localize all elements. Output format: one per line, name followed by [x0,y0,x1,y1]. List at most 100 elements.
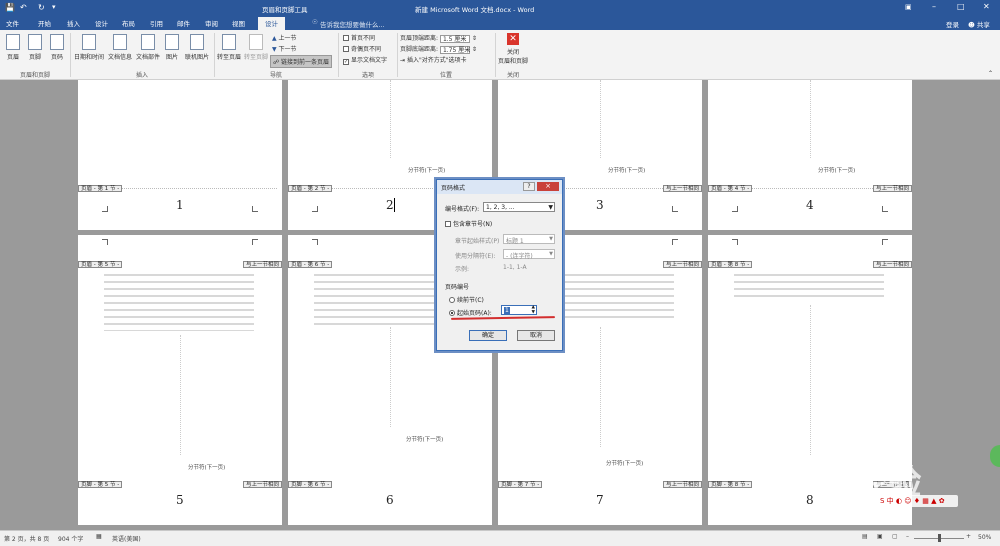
tab-design[interactable]: 设计 [95,18,108,28]
checkbox-icon [445,221,451,227]
corner-mark [672,239,678,245]
prev-section-button[interactable]: ▲ 上一节 [272,33,297,42]
share-button[interactable]: ☻ 共享 [968,19,990,29]
down-arrow-icon: ▼ [272,46,277,53]
section-break: 分节符(下一页) [406,437,444,443]
page-number[interactable]: 7 [596,493,604,507]
login-link[interactable]: 登录 [946,19,959,29]
header-section-tag: 页眉 - 第 1 节 - [78,185,123,192]
undo-icon[interactable]: ↶ [20,3,27,12]
ok-button[interactable]: 确定 [469,330,507,341]
continue-radio[interactable]: 续前节(C) [449,295,484,304]
customize-qat-icon[interactable]: ▾ [52,3,56,11]
ime-toolbar[interactable]: S 中 ◐ ☺ ♦ ▦ ▲ ✿ [878,495,958,507]
page-number[interactable]: 5 [176,493,184,507]
online-picture-button[interactable]: 联机图片 [182,34,212,61]
dialog-close-button[interactable]: × [537,182,559,191]
zoom-in-icon[interactable]: + [966,533,971,540]
page-number[interactable]: 2 [386,198,394,212]
doc-info-button[interactable]: 文档信息 [106,34,134,61]
page-number[interactable]: 4 [806,198,814,212]
separator-select[interactable]: - (连字符) ▼ [503,249,555,260]
page-5[interactable]: 页眉 - 第 5 节 - 与上一节相同 分节符(下一页) 页脚 - 第 5 节 … [78,235,282,525]
header-button[interactable]: 页眉 [4,34,22,61]
chapter-style-select[interactable]: 标题 1 ▼ [503,234,555,245]
read-mode-icon[interactable]: ▤ [862,533,868,540]
save-icon[interactable]: 💾 [5,3,15,12]
zoom-level[interactable]: 50% [978,534,991,541]
help-button[interactable]: ? [523,182,535,191]
corner-mark [312,206,318,212]
ribbon-separator [338,33,339,77]
cancel-button[interactable]: 取消 [517,330,555,341]
language[interactable]: 英语(美国) [112,534,141,543]
same-as-previous-tag: 与上一节相同 [242,261,282,268]
corner-mark [102,239,108,245]
ribbon-display-icon[interactable]: ▣ [905,3,912,11]
side-float-widget[interactable] [990,445,1000,467]
insert-alignment-tab-button[interactable]: ⇥ 插入"对齐方式"选项卡 [400,55,466,64]
tab-view[interactable]: 视图 [232,18,245,28]
body-text[interactable] [734,271,884,299]
dialog-title-bar: 页码格式 ? × [437,180,562,194]
tell-me-input[interactable]: 告诉我您想要做什么... [320,19,385,29]
link-to-previous-button[interactable]: ☍ 链接到前一条页眉 [270,55,333,68]
minimize-icon[interactable]: – [932,2,936,11]
doc-parts-button[interactable]: 文档部件 [134,34,162,61]
close-window-icon[interactable]: ✕ [983,2,990,11]
goto-footer-button[interactable]: 转至页脚 [243,34,269,61]
tab-insert[interactable]: 插入 [67,18,80,28]
show-doc-text-checkbox[interactable]: ✓ 显示文档文字 [343,55,387,65]
picture-button[interactable]: 图片 [163,34,181,61]
first-page-different-checkbox[interactable]: 首页不同 [343,33,375,42]
date-time-button[interactable]: 日期和时间 [72,34,106,61]
zoom-slider-thumb[interactable] [938,534,941,542]
start-at-input[interactable]: 1 ▲ ▼ [501,305,537,315]
page-number[interactable]: 1 [176,198,184,212]
body-text[interactable] [104,271,254,331]
tab-file[interactable]: 文件 [6,18,19,28]
next-section-button[interactable]: ▼ 下一节 [272,44,297,53]
footer-button[interactable]: 页脚 [26,34,44,61]
redo-icon[interactable]: ↻ [38,3,45,12]
close-header-footer-button[interactable]: ✕ 关闭 页眉和页脚 [497,33,529,65]
zoom-out-icon[interactable]: – [906,533,909,540]
include-chapter-checkbox[interactable]: 包含章节号(N) [445,219,492,228]
page-number[interactable]: 3 [596,198,604,212]
tab-references[interactable]: 引用 [150,18,163,28]
goto-header-button[interactable]: 转至页眉 [216,34,242,61]
page-count[interactable]: 第 2 页，共 8 页 [4,534,49,543]
checked-icon: ✓ [343,59,349,65]
collapse-ribbon-icon[interactable]: ⌃ [988,70,993,77]
word-count[interactable]: 904 个字 [58,534,83,543]
tab-header-footer-design[interactable]: 设计 [258,17,285,30]
spinner-icon[interactable]: ⇕ [472,46,477,53]
chapter-style-label: 章节起始样式(P) [455,238,500,245]
spinner-icon[interactable]: ⇕ [472,35,477,42]
chevron-down-icon: ▼ [549,251,553,257]
footer-bottom-input[interactable]: 1.75 厘米 [439,46,470,54]
tab-layout[interactable]: 布局 [122,18,135,28]
same-as-previous-tag: 与上一节相同 [662,481,702,488]
page-number[interactable]: 6 [386,493,394,507]
format-select[interactable]: 1, 2, 3, ... ▼ [483,202,555,212]
checkbox-icon [343,46,349,52]
page-number-button[interactable]: 页码 [48,34,66,61]
odd-even-different-checkbox[interactable]: 奇偶页不同 [343,44,381,53]
group-navigation: 导航 [269,72,282,79]
proofing-icon[interactable]: ▦ [96,533,102,540]
start-at-radio[interactable]: 起始页码(A): [449,308,492,317]
page-4[interactable]: 分节符(下一页) 页眉 - 第 4 节 - 与上一节相同 4 [708,80,912,230]
spinner-icon[interactable]: ▲ ▼ [532,305,535,315]
text-cursor [394,198,395,212]
checkbox-icon [343,35,349,41]
tab-mailings[interactable]: 邮件 [177,18,190,28]
header-top-input[interactable]: 1.5 厘米 [439,35,470,43]
tab-home[interactable]: 开始 [38,18,51,28]
page-1[interactable]: 页眉 - 第 1 节 - 1 [78,80,282,230]
corner-mark [672,206,678,212]
tab-review[interactable]: 审阅 [205,18,218,28]
maximize-icon[interactable]: □ [957,2,965,11]
web-layout-icon[interactable]: ▢ [892,533,898,540]
print-layout-icon[interactable]: ▣ [877,533,883,540]
